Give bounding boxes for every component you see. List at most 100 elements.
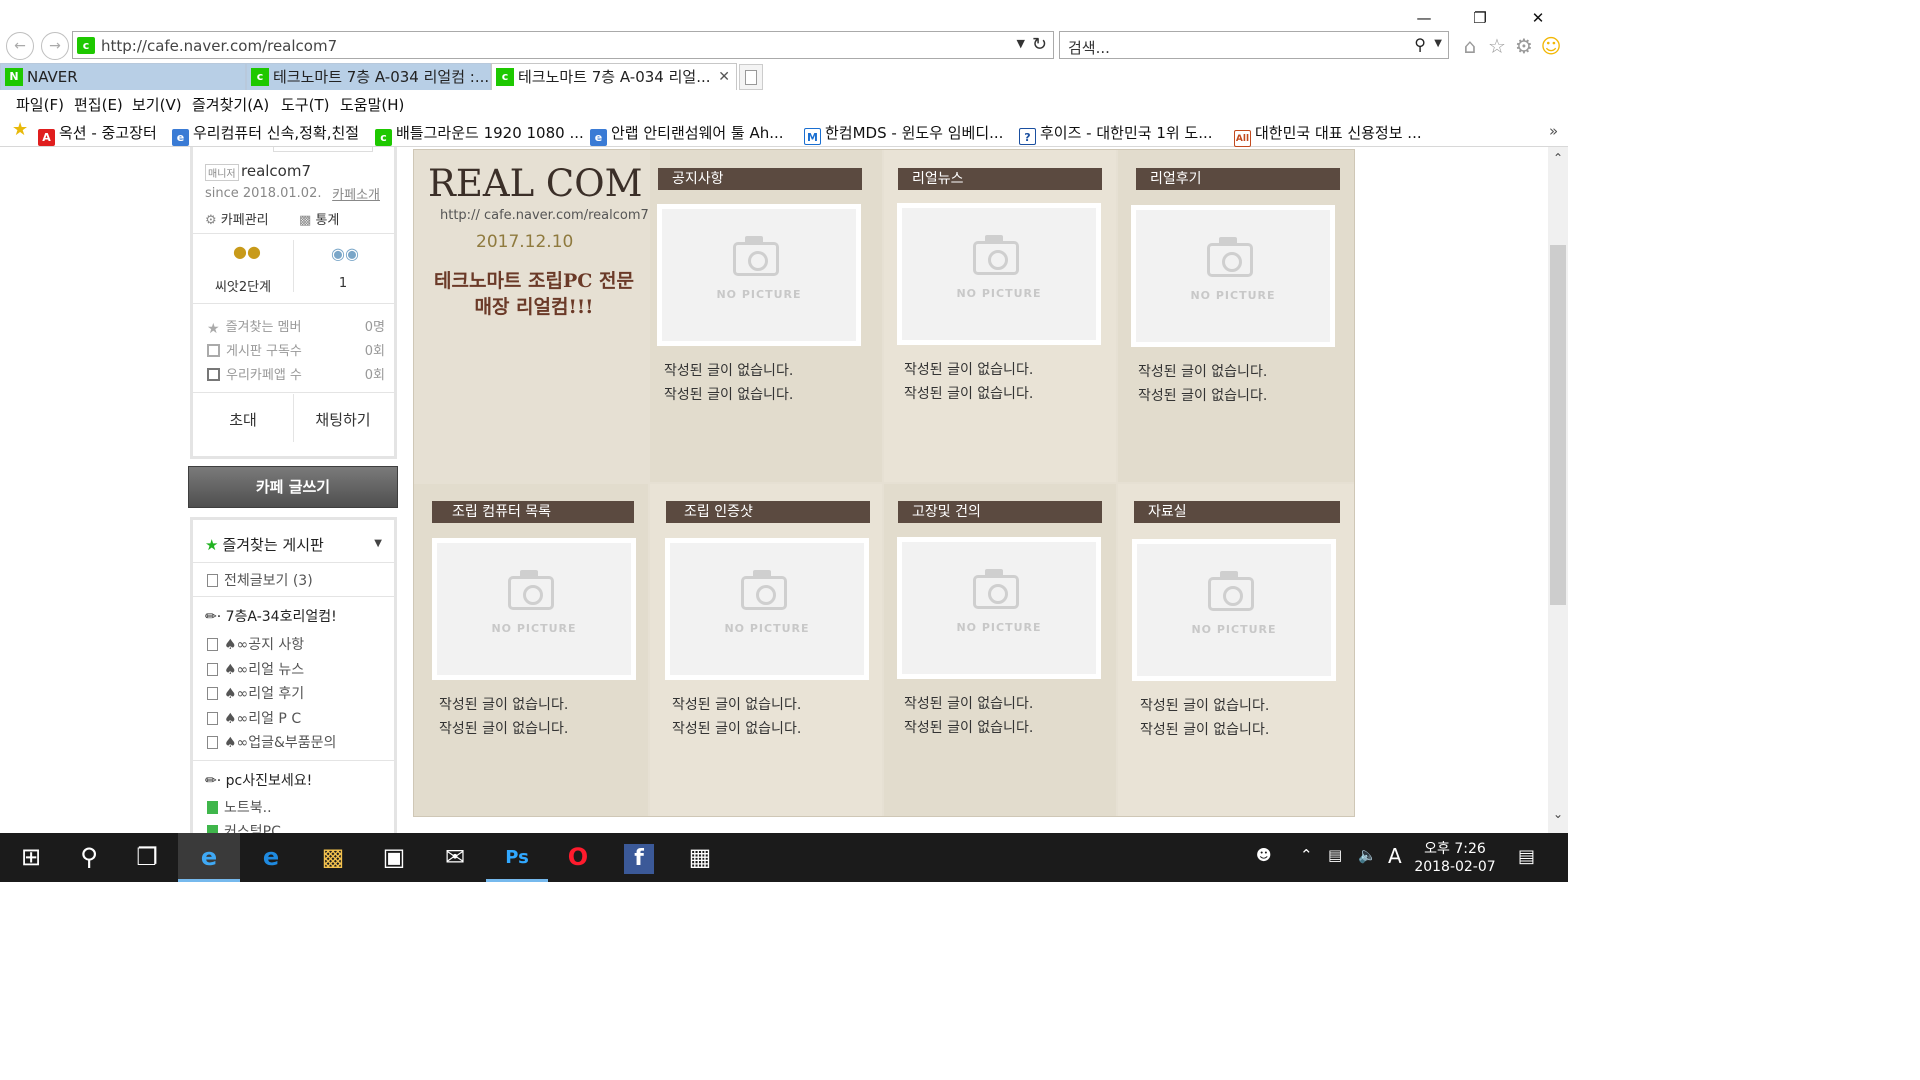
tab-label: 테크노마트 7층 A-034 리얼컴 :... xyxy=(273,68,490,86)
volume-icon[interactable]: 🔈 xyxy=(1358,846,1377,864)
fav-whois[interactable]: ? 후이즈 - 대한민국 1위 도... xyxy=(1019,122,1213,145)
scroll-down-icon[interactable]: ⌄ xyxy=(1548,807,1568,825)
network-icon[interactable]: ▤ xyxy=(1328,846,1342,864)
board-header-notice[interactable]: 공지사항 xyxy=(658,168,862,190)
home-icon[interactable]: ⌂ xyxy=(1458,34,1482,58)
invite-button[interactable]: 초대 xyxy=(193,402,293,438)
menu-favorites[interactable]: 즐겨찾기(A) xyxy=(192,94,269,115)
chat-button[interactable]: 채팅하기 xyxy=(293,402,393,438)
search-icon[interactable]: ⚲ xyxy=(58,833,120,882)
cafe-logo[interactable]: REAL COM xyxy=(428,162,642,205)
fav-uricomputer[interactable]: e 우리컴퓨터 신속,정확,친절 xyxy=(172,122,359,146)
favorites-star-icon[interactable]: ☆ xyxy=(1485,34,1509,58)
search-dropdown-icon[interactable]: ▼ xyxy=(1434,38,1442,49)
fav-battleground[interactable]: c 배틀그라운드 1920 1080 ... xyxy=(375,122,584,146)
tray-overflow-icon[interactable]: ⌃ xyxy=(1300,846,1313,864)
address-bar[interactable]: c http://cafe.naver.com/realcom7 ▼ ↻ xyxy=(72,31,1054,59)
favorite-boards-header[interactable]: ★ 즐겨찾는 게시판 xyxy=(205,534,324,555)
action-center-icon[interactable]: ▤ xyxy=(1518,846,1535,867)
empty-post-text: 작성된 글이 없습니다. xyxy=(904,696,1034,712)
caret-down-icon[interactable]: ▼ xyxy=(374,538,382,549)
clock-date[interactable]: 2018-02-07 xyxy=(1410,859,1500,875)
vertical-scrollbar[interactable]: ⌃ ⌄ xyxy=(1548,147,1568,833)
task-view-icon[interactable]: ❐ xyxy=(116,833,178,882)
board-item[interactable]: ♠∞업글&부품문의 xyxy=(207,732,336,752)
thumbnail[interactable]: NO PICTURE xyxy=(657,204,861,346)
board-all-posts[interactable]: 전체글보기 (3) xyxy=(207,570,313,590)
cafe-manage-link[interactable]: ⚙ 카페관리 xyxy=(205,209,269,228)
cafe-write-button[interactable]: 카페 글쓰기 xyxy=(188,466,398,508)
fav-hancom[interactable]: M 한컴MDS - 윈도우 임베디... xyxy=(804,122,1003,145)
favorites-add-star-icon[interactable]: ★ xyxy=(12,119,28,140)
thumbnail[interactable]: NO PICTURE xyxy=(1132,539,1336,681)
stats-link[interactable]: ▩ 통계 xyxy=(299,209,339,228)
start-button[interactable]: ⊞ xyxy=(0,833,62,882)
board-item[interactable]: ♠∞리얼 P C xyxy=(207,708,301,728)
members-icon: ◉◉ xyxy=(331,244,359,263)
camera-icon xyxy=(1208,577,1254,611)
board-header-news[interactable]: 리얼뉴스 xyxy=(898,168,1102,190)
board-item[interactable]: ♠∞리얼 후기 xyxy=(207,683,304,703)
minimize-icon[interactable]: — xyxy=(1409,6,1439,30)
smiley-icon[interactable]: ☺ xyxy=(1539,34,1563,58)
ime-indicator[interactable]: A xyxy=(1388,844,1402,868)
store-icon[interactable]: ▣ xyxy=(363,833,425,882)
fav-label: 대한민국 대표 신용정보 ... xyxy=(1255,124,1422,142)
menu-tools[interactable]: 도구(T) xyxy=(281,94,329,115)
restore-icon[interactable]: ❐ xyxy=(1465,6,1495,30)
thumbnail[interactable]: NO PICTURE xyxy=(1131,205,1335,347)
fav-auction[interactable]: A 옥션 - 중고장터 xyxy=(38,122,157,146)
scroll-thumb[interactable] xyxy=(1550,245,1566,605)
thumbnail[interactable]: NO PICTURE xyxy=(897,203,1101,345)
search-icon[interactable]: ⚲ xyxy=(1414,35,1426,54)
clock-time[interactable]: 오후 7:26 xyxy=(1420,838,1490,858)
menu-help[interactable]: 도움말(H) xyxy=(340,94,404,115)
thumbnail[interactable]: NO PICTURE xyxy=(665,538,869,680)
facebook-logo-icon: f xyxy=(624,844,654,874)
board-item[interactable]: 노트북.. xyxy=(207,797,272,817)
photoshop-icon[interactable]: Ps xyxy=(486,833,548,882)
board-header-review[interactable]: 리얼후기 xyxy=(1136,168,1340,190)
board-header-suggestions[interactable]: 고장및 건의 xyxy=(898,501,1102,523)
menu-view[interactable]: 보기(V) xyxy=(132,94,182,115)
opera-icon[interactable]: O xyxy=(547,833,609,882)
address-dropdown-icon[interactable]: ▼ xyxy=(1017,37,1025,50)
tab-realcom-2[interactable]: c 테크노마트 7층 A-034 리얼... ✕ xyxy=(491,63,737,90)
new-tab-button[interactable] xyxy=(739,64,763,90)
board-item[interactable]: ♠∞공지 사항 xyxy=(207,634,304,654)
thumbnail[interactable]: NO PICTURE xyxy=(897,537,1101,679)
fav-allcredit[interactable]: All 대한민국 대표 신용정보 ... xyxy=(1234,122,1422,147)
fav-ahnlab[interactable]: e 안랩 안티랜섬웨어 툴 Ah... xyxy=(590,122,784,146)
tab-close-icon[interactable]: ✕ xyxy=(718,64,730,90)
close-window-icon[interactable]: ✕ xyxy=(1523,6,1553,30)
member-count[interactable]: 1 xyxy=(303,276,383,291)
tab-realcom-1[interactable]: c 테크노마트 7층 A-034 리얼컴 :... xyxy=(246,63,491,90)
search-input[interactable]: 검색... ⚲ ▼ xyxy=(1059,31,1449,59)
people-icon[interactable]: ☻ xyxy=(1256,846,1272,864)
favbar-overflow-icon[interactable]: » xyxy=(1549,122,1558,140)
mail-icon[interactable]: ✉ xyxy=(424,833,486,882)
document-icon xyxy=(207,663,218,676)
internet-explorer-icon[interactable]: e xyxy=(178,833,240,882)
board-header-files[interactable]: 자료실 xyxy=(1134,501,1340,523)
gear-icon[interactable]: ⚙ xyxy=(1512,34,1536,58)
cafe-intro-link[interactable]: 카페소개 xyxy=(332,184,380,203)
document-icon xyxy=(207,687,218,700)
menu-file[interactable]: 파일(F) xyxy=(16,94,64,115)
tab-naver[interactable]: N NAVER xyxy=(0,63,246,90)
scroll-up-icon[interactable]: ⌃ xyxy=(1548,151,1568,169)
menu-edit[interactable]: 편집(E) xyxy=(74,94,123,115)
board-header-pc-list[interactable]: 조립 컴퓨터 목록 xyxy=(432,501,634,523)
url-text[interactable]: http://cafe.naver.com/realcom7 xyxy=(101,37,337,55)
board-item[interactable]: ♠∞리얼 뉴스 xyxy=(207,659,304,679)
edge-icon[interactable]: e xyxy=(240,833,302,882)
thumbnail[interactable]: NO PICTURE xyxy=(432,538,636,680)
board-item[interactable]: 커스텀PC .. xyxy=(207,821,294,833)
calculator-icon[interactable]: ▦ xyxy=(669,833,731,882)
file-explorer-icon[interactable]: ▩ xyxy=(302,833,364,882)
forward-button[interactable]: → xyxy=(41,32,69,60)
board-header-proof-shots[interactable]: 조립 인증샷 xyxy=(666,501,870,523)
facebook-icon[interactable]: f xyxy=(608,833,670,882)
back-button[interactable]: ← xyxy=(6,32,34,60)
refresh-icon[interactable]: ↻ xyxy=(1032,34,1047,55)
